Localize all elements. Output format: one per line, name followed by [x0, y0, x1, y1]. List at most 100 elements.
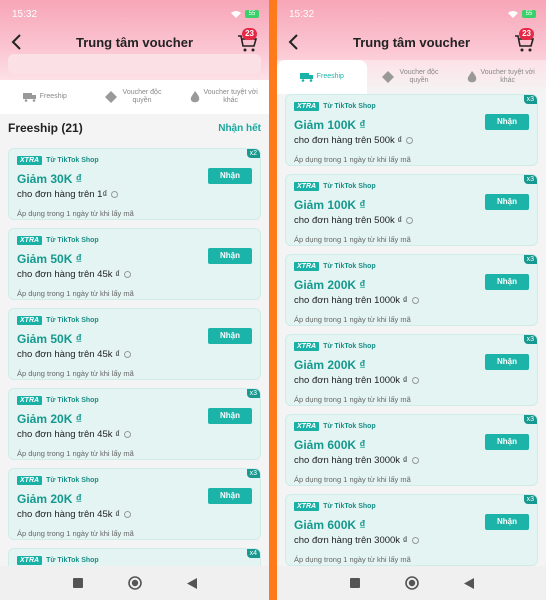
- claim-button[interactable]: Nhận: [485, 194, 529, 210]
- info-icon[interactable]: [411, 537, 419, 544]
- tab-exclusive[interactable]: Voucher độc quyền: [90, 80, 180, 114]
- flame-icon: [190, 91, 199, 103]
- left-screen: 15:32 55 Trung tâm voucher 23 Freeship V…: [0, 0, 269, 600]
- tab-exclusive[interactable]: Voucher độc quyền: [367, 60, 457, 94]
- status-icons: 55: [508, 10, 536, 18]
- divider: [269, 0, 277, 600]
- tab-label: Freeship: [316, 73, 344, 80]
- status-time: 15:32: [12, 8, 38, 20]
- voucher-source: Từ TikTok Shop: [323, 343, 376, 350]
- back-arrow-icon[interactable]: [8, 32, 26, 52]
- status-icons: 55: [231, 10, 259, 18]
- back-triangle-icon[interactable]: [463, 577, 474, 589]
- voucher-card: XTRA Từ TikTok Shop Giảm 30K ₫ cho đơn hàng…: [8, 148, 261, 220]
- voucher-source: Từ TikTok Shop: [323, 103, 376, 110]
- voucher-tag: XTRA Từ TikTok Shop: [294, 182, 376, 191]
- nav-bar: Trung tâm voucher 23: [0, 28, 269, 54]
- voucher-condition-text: cho đơn hàng trên 3000k ₫: [294, 455, 408, 466]
- xtra-badge: XTRA: [294, 102, 320, 111]
- cart-badge: 23: [519, 28, 534, 40]
- claim-button[interactable]: Nhận: [208, 248, 252, 264]
- voucher-note: Áp dụng trong 1 ngày từ khi lấy mã: [294, 475, 411, 484]
- truck-icon: [299, 73, 313, 82]
- claim-button[interactable]: Nhận: [485, 114, 529, 130]
- recent-apps-icon[interactable]: [349, 578, 360, 588]
- claim-button[interactable]: Nhận: [208, 408, 252, 424]
- claim-button[interactable]: Nhận: [208, 488, 252, 504]
- home-circle-icon[interactable]: [404, 576, 419, 590]
- voucher-condition-text: cho đơn hàng trên 1000k ₫: [294, 295, 408, 306]
- info-icon[interactable]: [406, 217, 414, 224]
- voucher-card: XTRA Từ TikTok Shop Giảm 600K ₫ cho đơn hàn…: [285, 414, 538, 486]
- wifi-icon: [231, 11, 241, 18]
- voucher-condition: cho đơn hàng trên 3000k ₫: [294, 535, 419, 546]
- voucher-condition: cho đơn hàng trên 45k ₫: [17, 349, 132, 360]
- xtra-badge: XTRA: [17, 476, 43, 485]
- voucher-amount: Giảm 600K ₫: [294, 518, 366, 532]
- voucher-condition: cho đơn hàng trên 1₫: [17, 189, 119, 200]
- voucher-note: Áp dụng trong 1 ngày từ khi lấy mã: [294, 555, 411, 564]
- status-bar: 15:32 55: [12, 8, 259, 20]
- claim-button[interactable]: Nhận: [485, 514, 529, 530]
- voucher-amount: Giảm 200K ₫: [294, 278, 366, 292]
- claim-button[interactable]: Nhận: [208, 328, 252, 344]
- android-nav-bar: [277, 566, 546, 600]
- xtra-badge: XTRA: [294, 342, 320, 351]
- voucher-tag: XTRA Từ TikTok Shop: [17, 476, 99, 485]
- battery-icon: 55: [245, 10, 259, 18]
- wifi-icon: [508, 11, 518, 18]
- info-icon[interactable]: [124, 351, 132, 358]
- voucher-source: Từ TikTok Shop: [323, 503, 376, 510]
- voucher-condition-text: cho đơn hàng trên 45k ₫: [17, 349, 121, 360]
- back-arrow-icon[interactable]: [285, 32, 303, 52]
- voucher-condition-text: cho đơn hàng trên 1₫: [17, 189, 108, 200]
- info-icon[interactable]: [124, 271, 132, 278]
- tab-bar: Freeship Voucher độc quyền Voucher tuyệt…: [277, 60, 546, 94]
- xtra-badge: XTRA: [294, 182, 320, 191]
- recent-apps-icon[interactable]: [72, 578, 83, 588]
- info-icon[interactable]: [411, 377, 419, 384]
- tab-label: Voucher tuyệt vời khác: [480, 69, 535, 84]
- claim-all-button[interactable]: Nhận hết: [218, 123, 261, 134]
- voucher-card: XTRA Từ TikTok Shop Giảm 200K ₫ cho đơn hàn…: [285, 334, 538, 406]
- android-nav-bar: [0, 566, 269, 600]
- claim-button[interactable]: Nhận: [485, 274, 529, 290]
- tab-other[interactable]: Voucher tuyệt vời khác: [179, 80, 269, 114]
- tab-freeship[interactable]: Freeship: [0, 80, 90, 114]
- info-icon[interactable]: [406, 137, 414, 144]
- voucher-tag: XTRA Từ TikTok Shop: [17, 556, 99, 565]
- voucher-source: Từ TikTok Shop: [46, 397, 99, 404]
- quantity-badge: x3: [246, 389, 260, 398]
- voucher-condition-text: cho đơn hàng trên 500k ₫: [294, 215, 403, 226]
- claim-button[interactable]: Nhận: [485, 354, 529, 370]
- claim-button[interactable]: Nhận: [485, 434, 529, 450]
- voucher-tag: XTRA Từ TikTok Shop: [294, 422, 376, 431]
- cart-button[interactable]: 23: [514, 28, 536, 54]
- info-icon[interactable]: [411, 457, 419, 464]
- tab-freeship[interactable]: Freeship: [277, 60, 367, 94]
- quantity-badge: x3: [523, 415, 537, 424]
- cart-button[interactable]: 23: [237, 28, 259, 54]
- back-triangle-icon[interactable]: [186, 577, 197, 589]
- info-icon[interactable]: [124, 511, 132, 518]
- info-icon[interactable]: [124, 431, 132, 438]
- claim-button[interactable]: Nhận: [208, 168, 252, 184]
- voucher-tag: XTRA Từ TikTok Shop: [17, 236, 99, 245]
- quantity-badge: x3: [523, 175, 537, 184]
- quantity-badge: x3: [246, 469, 260, 478]
- tab-label: Freeship: [39, 93, 67, 100]
- diamond-icon: [382, 71, 394, 83]
- info-icon[interactable]: [111, 191, 119, 198]
- diamond-icon: [105, 91, 117, 103]
- home-circle-icon[interactable]: [127, 576, 142, 590]
- quantity-badge: x2: [246, 149, 260, 158]
- voucher-card: XTRA Từ TikTok Shop Giảm 50K ₫ cho đơn hàng…: [8, 228, 261, 300]
- voucher-card: XTRA Từ TikTok Shop Giảm 600K ₫ cho đơn hàn…: [285, 494, 538, 566]
- info-icon[interactable]: [411, 297, 419, 304]
- voucher-condition: cho đơn hàng trên 3000k ₫: [294, 455, 419, 466]
- voucher-amount: Giảm 30K ₫: [17, 172, 82, 186]
- tab-other[interactable]: Voucher tuyệt vời khác: [456, 60, 546, 94]
- quantity-badge: x3: [523, 335, 537, 344]
- xtra-badge: XTRA: [294, 262, 320, 271]
- nav-bar: Trung tâm voucher 23: [277, 28, 546, 54]
